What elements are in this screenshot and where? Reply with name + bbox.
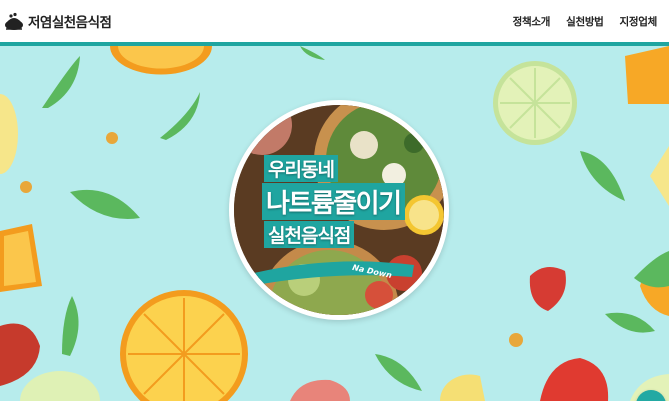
leaf-9 [634, 251, 669, 288]
orange-slice-bottom [120, 290, 248, 401]
leaf-2 [160, 92, 200, 140]
nav-item-stores[interactable]: 지정업체 [620, 14, 658, 29]
orange-wedge-right [625, 46, 669, 104]
strawberry-bottom-left [0, 323, 40, 386]
hero-section: 우리동네 나트륨줄이기 실천음식점 Na Down top [0, 46, 669, 401]
leaf-1 [42, 56, 80, 108]
nav-item-practice[interactable]: 실천방법 [566, 14, 604, 29]
leaf-7 [375, 354, 422, 391]
orange-slice-top [110, 46, 212, 75]
banner-line-3: 실천음식점 [264, 221, 355, 248]
banner-line-1: 우리동네 [264, 155, 338, 182]
food-bowl-image: 우리동네 나트륨줄이기 실천음식점 Na Down [234, 105, 444, 315]
lemon-slice-bottom [439, 374, 485, 401]
leaf-5 [580, 151, 625, 201]
hero-circle-badge: 우리동네 나트륨줄이기 실천음식점 Na Down [229, 100, 449, 320]
site-header: 저염실천음식점 정책소개 실천방법 지정업체 [0, 0, 669, 46]
leaf-8 [300, 46, 325, 60]
lemon-slice-left [0, 94, 18, 174]
leaf-3 [70, 189, 140, 219]
lime-slice-bottom-left [20, 371, 100, 401]
leaf-6 [605, 312, 655, 333]
banner-line-2: 나트륨줄이기 [262, 183, 405, 220]
strawberry-bottom-right [540, 358, 609, 401]
leaf-4 [62, 296, 79, 356]
main-nav: 정책소개 실천방법 지정업체 [497, 0, 658, 42]
bowl-icon [5, 12, 23, 30]
lemon-slice-right [650, 146, 669, 206]
peach-bottom [290, 379, 350, 401]
logo-text: 저염실천음식점 [28, 15, 112, 31]
nav-item-policy[interactable]: 정책소개 [513, 14, 551, 29]
strawberry-right [529, 267, 566, 311]
site-logo[interactable]: 저염실천음식점 [3, 10, 112, 32]
orange-slice-left [0, 224, 42, 292]
lime-slice-top-right [493, 61, 577, 145]
